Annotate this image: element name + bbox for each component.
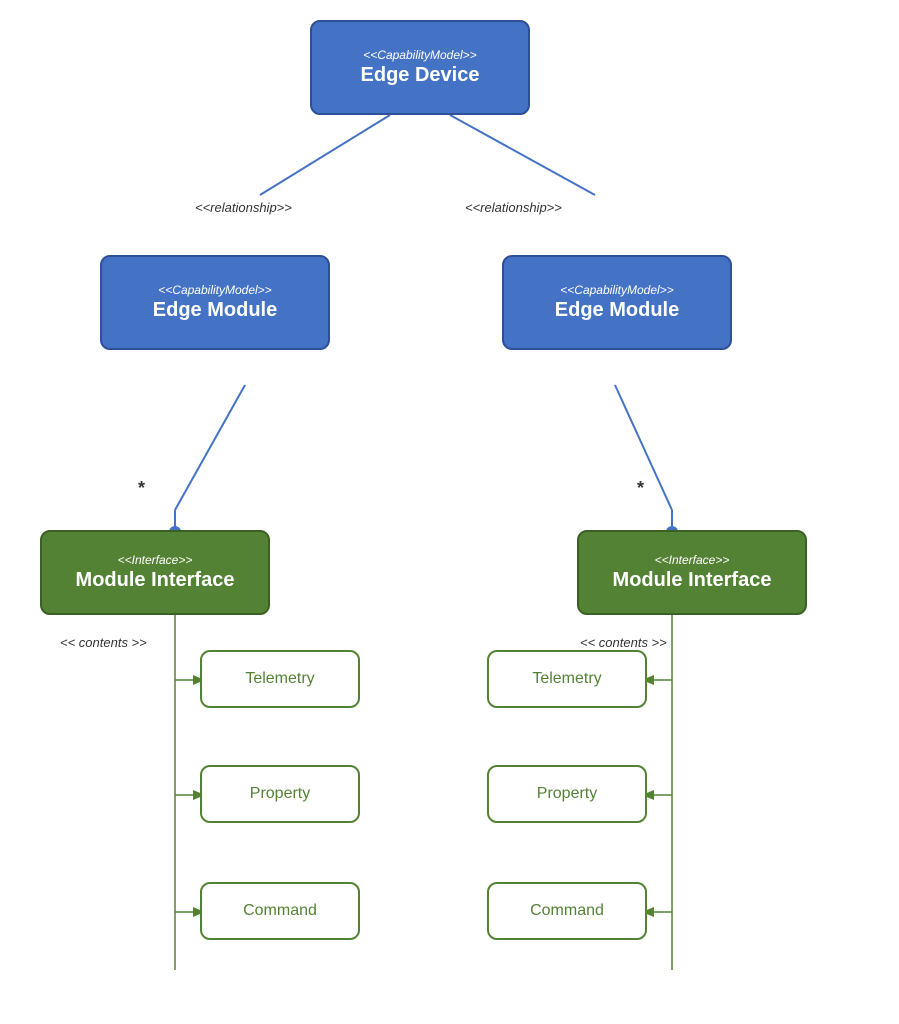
module-interface-left-node: <<Interface>> Module Interface [40, 530, 270, 615]
module-interface-right-label: Module Interface [613, 569, 772, 592]
relationship-label-right: <<relationship>> [465, 200, 562, 215]
right-property-box: Property [487, 765, 647, 823]
left-command-box: Command [200, 882, 360, 940]
right-telemetry-box: Telemetry [487, 650, 647, 708]
multiplicity-right: * [637, 478, 644, 499]
edge-module-right-node: <<CapabilityModel>> Edge Module [502, 255, 732, 350]
relationship-label-left: <<relationship>> [195, 200, 292, 215]
module-interface-right-node: <<Interface>> Module Interface [577, 530, 807, 615]
module-interface-left-label: Module Interface [76, 569, 235, 592]
edge-device-label: Edge Device [361, 64, 480, 87]
multiplicity-left: * [138, 478, 145, 499]
left-telemetry-box: Telemetry [200, 650, 360, 708]
module-interface-left-stereotype: <<Interface>> [118, 553, 193, 567]
edge-module-left-node: <<CapabilityModel>> Edge Module [100, 255, 330, 350]
edge-device-node: <<CapabilityModel>> Edge Device [310, 20, 530, 115]
module-interface-right-stereotype: <<Interface>> [655, 553, 730, 567]
contents-label-left: << contents >> [60, 635, 147, 650]
svg-connectors [0, 0, 899, 1024]
contents-label-right: << contents >> [580, 635, 667, 650]
edge-module-left-stereotype: <<CapabilityModel>> [158, 283, 271, 297]
edge-module-right-label: Edge Module [555, 299, 679, 322]
right-command-box: Command [487, 882, 647, 940]
edge-module-left-label: Edge Module [153, 299, 277, 322]
left-property-box: Property [200, 765, 360, 823]
edge-module-right-stereotype: <<CapabilityModel>> [560, 283, 673, 297]
edge-device-stereotype: <<CapabilityModel>> [363, 48, 476, 62]
diagram-container: <<CapabilityModel>> Edge Device <<relati… [0, 0, 899, 1024]
